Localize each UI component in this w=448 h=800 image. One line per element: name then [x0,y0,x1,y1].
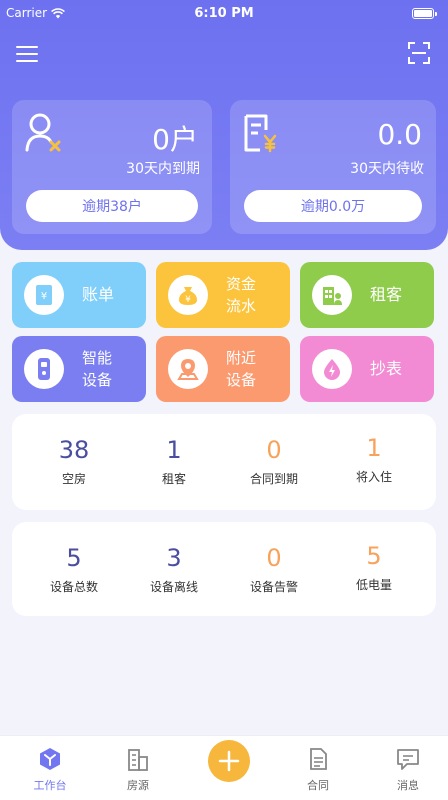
expiring-subtitle: 30天内到期 [126,161,200,177]
message-icon [397,749,419,770]
overdue-amount-button[interactable]: 逾期0.0万 [244,190,422,222]
stat-vacant-rooms[interactable]: 38 空房 [24,436,124,487]
tile-meter-reading[interactable]: 抄表 [300,336,434,402]
stat-tenants[interactable]: 1 租客 [124,436,224,487]
building-icon [128,749,148,771]
tile-tenants[interactable]: 租客 [300,262,434,328]
stat-contract-expiring[interactable]: 0 合同到期 [224,436,324,487]
tile-label: 附近 设备 [226,349,257,389]
pending-amount: 0.0 [377,118,422,151]
menu-icon[interactable] [16,46,38,62]
tile-label: 资金 流水 [226,275,257,315]
meter-reading-icon [312,349,352,389]
stat-total-devices[interactable]: 5 设备总数 [24,544,124,595]
nav-contracts[interactable]: 合同 [288,746,348,793]
tile-cash-flow[interactable]: ¥ 资金 流水 [156,262,290,328]
invoice-yen-icon [244,114,277,153]
scan-icon[interactable] [408,42,430,64]
location-icon [168,349,208,389]
overdue-tenants-button[interactable]: 逾期38户 [26,190,198,222]
stat-device-alerts[interactable]: 0 设备告警 [224,544,324,595]
expiring-tenants-card[interactable]: 0户 30天内到期 逾期38户 [12,100,212,234]
bill-icon: ¥ [24,275,64,315]
tile-label: 智能 设备 [82,349,113,389]
nav-messages[interactable]: 消息 [378,746,438,793]
tile-label: 抄表 [370,359,403,378]
device-stats-card: 5 设备总数 3 设备离线 0 设备告警 5 低电量 [12,522,436,616]
add-button[interactable] [208,740,250,782]
money-bag-icon: ¥ [168,275,208,315]
user-expire-icon [25,113,61,152]
stat-offline-devices[interactable]: 3 设备离线 [124,544,224,595]
pending-income-card[interactable]: 0.0 30天内待收 逾期0.0万 [230,100,436,234]
smart-lock-icon [24,349,64,389]
tile-bill[interactable]: ¥ 账单 [12,262,146,328]
tile-nearby-device[interactable]: 附近 设备 [156,336,290,402]
status-bar: Carrier 6:10 PM [0,0,448,26]
plus-icon [218,750,240,772]
expiring-count: 0户 [152,123,198,156]
tile-label: 租客 [370,285,403,304]
svg-text:¥: ¥ [185,295,191,305]
workbench-icon [40,748,60,770]
status-time: 6:10 PM [194,5,254,21]
tile-label: 账单 [82,285,115,304]
stat-moving-in[interactable]: 1 将入住 [324,434,424,485]
tile-smart-device[interactable]: 智能 设备 [12,336,146,402]
contract-icon [310,748,327,770]
room-stats-card: 38 空房 1 租客 0 合同到期 1 将入住 [12,414,436,510]
battery-icon [412,7,437,19]
pending-subtitle: 30天内待收 [350,161,424,177]
nav-listings[interactable]: 房源 [108,746,168,793]
nav-workbench[interactable]: 工作台 [20,746,80,793]
tenant-icon [312,275,352,315]
stat-low-battery[interactable]: 5 低电量 [324,542,424,593]
svg-text:¥: ¥ [41,291,47,302]
